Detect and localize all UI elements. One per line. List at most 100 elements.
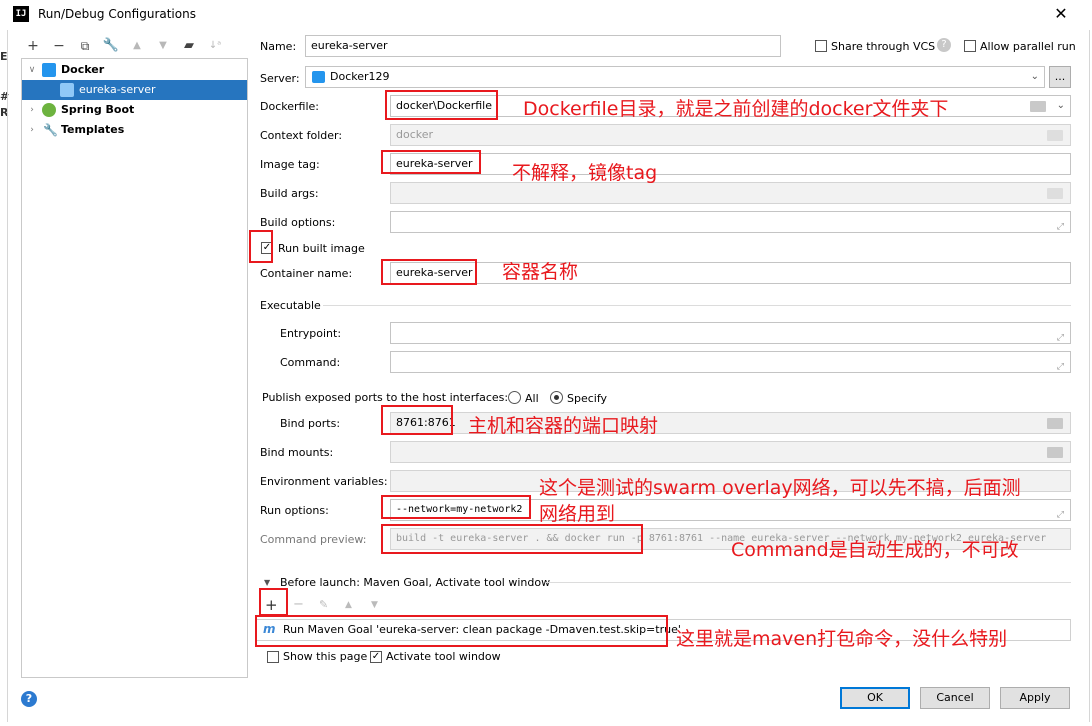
wrench-icon[interactable]: 🔧 bbox=[101, 37, 121, 55]
run-options-label: Run options: bbox=[260, 504, 329, 517]
context-folder-input: docker bbox=[390, 124, 1071, 146]
chevron-down-icon: ⌄ bbox=[1030, 71, 1039, 82]
image-tag-label: Image tag: bbox=[260, 158, 320, 171]
tree-item-templates[interactable]: › 🔧 Templates bbox=[22, 120, 247, 140]
share-vcs-checkbox[interactable] bbox=[815, 40, 827, 52]
move-up-icon[interactable]: ▲ bbox=[127, 37, 147, 55]
command-input[interactable]: ⤢ bbox=[390, 351, 1071, 373]
move-up-icon[interactable]: ▲ bbox=[345, 600, 352, 610]
copy-icon[interactable]: ⧉ bbox=[75, 37, 95, 55]
executable-section-label: Executable bbox=[260, 299, 321, 312]
env-vars-label: Environment variables: bbox=[260, 475, 388, 488]
tree-item-eureka-server[interactable]: eureka-server bbox=[22, 80, 247, 100]
publish-ports-label: Publish exposed ports to the host interf… bbox=[262, 391, 509, 404]
container-name-input[interactable]: eureka-server bbox=[390, 262, 1071, 284]
docker-icon bbox=[42, 63, 56, 77]
activate-tool-label: Activate tool window bbox=[386, 650, 501, 663]
annotation-ports: 主机和容器的端口映射 bbox=[468, 415, 659, 437]
folder-icon[interactable] bbox=[1047, 447, 1063, 458]
build-args-label: Build args: bbox=[260, 187, 319, 200]
wrench-icon: 🔧 bbox=[43, 123, 58, 137]
server-value: Docker129 bbox=[330, 70, 390, 83]
image-tag-input[interactable]: eureka-server bbox=[390, 153, 1071, 175]
chevron-right-icon[interactable]: › bbox=[26, 100, 38, 120]
server-select[interactable]: Docker129 ⌄ bbox=[305, 66, 1045, 88]
annotation-network-2: 网络用到 bbox=[539, 503, 616, 525]
expand-icon[interactable]: ⤢ bbox=[1057, 357, 1064, 372]
name-label: Name: bbox=[260, 40, 297, 53]
bind-mounts-input[interactable] bbox=[390, 441, 1071, 463]
radio-specify[interactable] bbox=[550, 391, 563, 404]
server-more-button[interactable]: ... bbox=[1049, 66, 1071, 88]
move-down-icon[interactable]: ▼ bbox=[153, 37, 173, 55]
add-icon[interactable]: + bbox=[23, 37, 43, 55]
folder-add-icon[interactable]: ▰ bbox=[179, 37, 199, 55]
annotation-image-tag: 不解释，镜像tag bbox=[512, 162, 658, 184]
allow-parallel-checkbox[interactable] bbox=[964, 40, 976, 52]
chevron-down-icon[interactable]: ⌄ bbox=[1057, 96, 1065, 116]
bind-ports-label: Bind ports: bbox=[280, 417, 341, 430]
folder-icon[interactable] bbox=[1047, 418, 1063, 429]
sort-icon[interactable]: ↓ᵃ bbox=[205, 37, 225, 55]
edit-task-icon[interactable]: ✎ bbox=[319, 598, 328, 611]
expand-icon[interactable]: ⤢ bbox=[1057, 328, 1064, 343]
annotation-box-run-built-image bbox=[249, 230, 273, 263]
build-args-input bbox=[390, 182, 1071, 204]
chevron-right-icon[interactable]: › bbox=[26, 120, 38, 140]
configuration-tree: ∨ Docker eureka-server › Spring Boot › 🔧… bbox=[21, 58, 248, 678]
folder-icon bbox=[1047, 188, 1063, 199]
collapse-arrow-icon[interactable]: ▼ bbox=[264, 578, 270, 587]
help-icon[interactable]: ? bbox=[21, 691, 37, 707]
annotation-box-dockerfile bbox=[385, 90, 498, 120]
annotation-box-ports bbox=[381, 405, 453, 435]
radio-specify-label: Specify bbox=[567, 392, 608, 405]
annotation-box-add-task bbox=[259, 588, 288, 616]
before-launch-label: Before launch: Maven Goal, Activate tool… bbox=[280, 576, 551, 589]
apply-button[interactable]: Apply bbox=[1000, 687, 1070, 709]
spring-icon bbox=[42, 103, 56, 117]
annotation-box-image-tag bbox=[381, 150, 481, 174]
remove-task-icon[interactable]: − bbox=[293, 597, 304, 612]
context-folder-value: docker bbox=[396, 128, 434, 141]
allow-parallel-label: Allow parallel run bbox=[980, 40, 1076, 53]
show-page-checkbox[interactable] bbox=[267, 651, 279, 663]
share-vcs-label: Share through VCS bbox=[831, 40, 936, 53]
cancel-button[interactable]: Cancel bbox=[920, 687, 990, 709]
close-icon[interactable]: ✕ bbox=[1050, 3, 1072, 25]
dockerfile-label: Dockerfile: bbox=[260, 100, 319, 113]
expand-icon[interactable]: ⤢ bbox=[1057, 217, 1064, 232]
annotation-dockerfile: Dockerfile目录，就是之前创建的docker文件夹下 bbox=[523, 98, 949, 120]
command-label: Command: bbox=[280, 356, 341, 369]
build-options-input[interactable]: ⤢ bbox=[390, 211, 1071, 233]
docker-icon bbox=[60, 83, 74, 97]
entrypoint-input[interactable]: ⤢ bbox=[390, 322, 1071, 344]
folder-icon[interactable] bbox=[1030, 101, 1046, 112]
annotation-box-run-options bbox=[381, 495, 531, 519]
annotation-container: 容器名称 bbox=[502, 261, 579, 283]
tree-item-spring-boot[interactable]: › Spring Boot bbox=[22, 100, 247, 120]
radio-all-label: All bbox=[525, 392, 539, 405]
move-down-icon[interactable]: ▼ bbox=[371, 600, 378, 610]
docker-icon bbox=[312, 71, 325, 83]
run-built-image-label: Run built image bbox=[278, 242, 365, 255]
annotation-box-maven bbox=[255, 615, 668, 647]
activate-tool-checkbox[interactable]: ✓ bbox=[370, 651, 382, 663]
radio-all[interactable] bbox=[508, 391, 521, 404]
name-input[interactable]: eureka-server bbox=[305, 35, 781, 57]
intellij-app-icon: IJ bbox=[13, 6, 29, 22]
annotation-network-1: 这个是测试的swarm overlay网络，可以先不搞，后面测 bbox=[539, 477, 1021, 499]
ok-button[interactable]: OK bbox=[840, 687, 910, 709]
entrypoint-label: Entrypoint: bbox=[280, 327, 342, 340]
chevron-down-icon[interactable]: ∨ bbox=[26, 60, 38, 80]
window-title: Run/Debug Configurations bbox=[38, 7, 196, 21]
expand-icon[interactable]: ⤢ bbox=[1057, 505, 1064, 520]
context-folder-label: Context folder: bbox=[260, 129, 343, 142]
tree-item-label: eureka-server bbox=[79, 83, 156, 96]
remove-icon[interactable]: − bbox=[49, 37, 69, 55]
help-icon[interactable]: ? bbox=[937, 38, 951, 52]
annotation-maven: 这里就是maven打包命令，没什么特别 bbox=[676, 628, 1008, 650]
executable-separator bbox=[323, 305, 1071, 306]
show-page-label: Show this page bbox=[283, 650, 368, 663]
annotation-command: Command是自动生成的，不可改 bbox=[731, 539, 1019, 561]
tree-item-docker[interactable]: ∨ Docker bbox=[22, 60, 247, 80]
